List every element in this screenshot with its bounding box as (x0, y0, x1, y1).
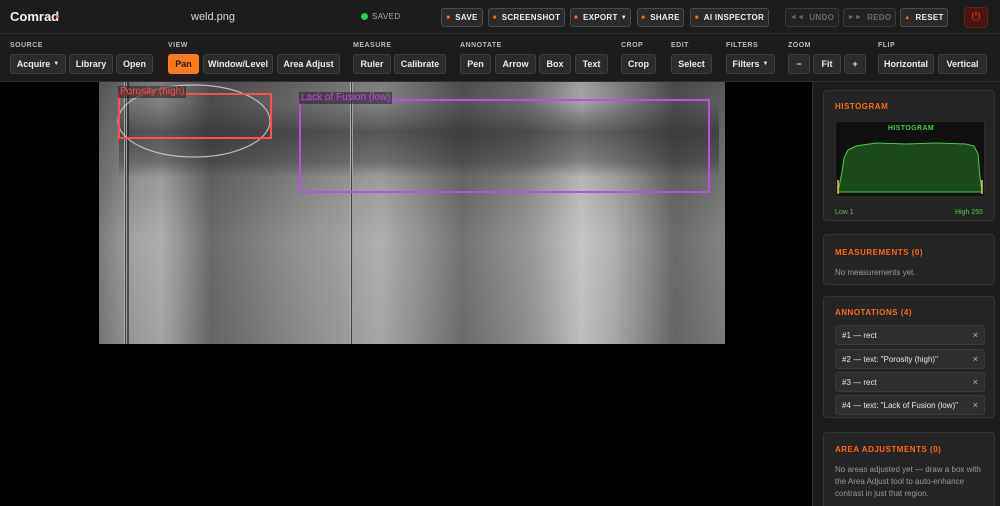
acquire-button[interactable]: Acquire ▼ (10, 54, 66, 74)
filters-button[interactable]: Filters ▼ (726, 54, 775, 74)
group-label-measure: MEASURE (353, 42, 392, 49)
ai-inspector-button[interactable]: ■ AI INSPECTOR (690, 8, 769, 27)
power-button[interactable]: ⏻ (964, 7, 988, 28)
save-icon: ■ (446, 14, 451, 21)
image-canvas[interactable]: Porosity (high) Lack of Fusion (low) (0, 82, 812, 506)
histogram-high: High 255 (954, 209, 983, 216)
zoom-out-button[interactable]: − (788, 54, 810, 74)
pen-button[interactable]: Pen (460, 54, 491, 74)
file-name: weld.png (191, 11, 236, 23)
right-sidebar: HISTOGRAM HISTOGRAM Low 1 High 255 MEASU… (812, 82, 1000, 506)
annotation-list-item[interactable]: #3 — rect × (835, 372, 985, 392)
redo-button[interactable]: ►► REDO (843, 8, 896, 27)
undo-icon: ◄◄ (789, 14, 805, 21)
reset-icon: ▲ (904, 14, 911, 21)
group-label-zoom: ZOOM (788, 42, 811, 49)
area-adjustments-text-line: contrast in just that region. (835, 489, 929, 498)
logo-dot (56, 15, 59, 18)
annotation-label-porosity[interactable]: Porosity (high) (118, 86, 187, 98)
group-label-view: VIEW (168, 42, 188, 49)
group-label-annotate: ANNOTATE (460, 42, 502, 49)
calibrate-button[interactable]: Calibrate (394, 54, 446, 74)
tool-bar: SOURCE Acquire ▼ Library Open VIEW Pan Wi… (0, 34, 1000, 82)
share-icon: ■ (641, 14, 646, 21)
power-icon: ⏻ (971, 11, 981, 23)
flip-horizontal-button[interactable]: Horizontal (878, 54, 934, 74)
select-button[interactable]: Select (671, 54, 712, 74)
histogram-curve (837, 142, 983, 194)
histogram-panel-title: HISTOGRAM (835, 102, 889, 111)
ai-icon: ■ (694, 14, 699, 21)
measurements-panel-title: MEASUREMENTS (0) (835, 248, 924, 257)
box-button[interactable]: Box (539, 54, 571, 74)
close-icon[interactable]: × (973, 354, 978, 364)
group-label-edit: EDIT (671, 42, 689, 49)
close-icon[interactable]: × (973, 400, 978, 410)
chevron-down-icon: ▼ (53, 61, 60, 67)
arrow-button[interactable]: Arrow (495, 54, 536, 74)
measurements-empty-text: No measurements yet. (835, 268, 916, 277)
ruler-button[interactable]: Ruler (353, 54, 391, 74)
annotations-panel: ANNOTATIONS (4) #1 — rect × #2 — text: "P… (823, 296, 995, 418)
group-label-crop: CROP (621, 42, 644, 49)
annotation-list-item[interactable]: #4 — text: "Lack of Fusion (low)" × (835, 395, 985, 415)
app-logo: Comrad (10, 9, 60, 24)
top-bar: Comrad weld.png SAVED ■ SAVE ■ SCREENSHOT … (0, 0, 1000, 34)
annotation-list-item[interactable]: #1 — rect × (835, 325, 985, 345)
save-status: SAVED (361, 12, 401, 21)
histogram-panel: HISTOGRAM HISTOGRAM Low 1 High 255 (823, 90, 995, 221)
export-icon: ■ (574, 14, 578, 21)
chevron-down-icon: ▼ (762, 61, 769, 67)
crop-button[interactable]: Crop (621, 54, 656, 74)
histogram-chart: HISTOGRAM (835, 121, 985, 197)
annotation-rect-porosity[interactable] (118, 93, 272, 139)
reset-button[interactable]: ▲ RESET (900, 8, 948, 27)
close-icon[interactable]: × (973, 330, 978, 340)
annotation-rect-lack-of-fusion[interactable] (299, 99, 710, 193)
save-status-text: SAVED (372, 12, 401, 21)
area-adjust-button[interactable]: Area Adjust (277, 54, 340, 74)
save-button[interactable]: ■ SAVE (441, 8, 483, 27)
area-adjustments-text-line: the Area Adjust tool to auto-enhance (835, 477, 964, 486)
measurements-panel: MEASUREMENTS (0) No measurements yet. (823, 234, 995, 285)
area-adjustments-panel: AREA ADJUSTMENTS (0) No areas adjusted y… (823, 432, 995, 506)
close-icon[interactable]: × (973, 377, 978, 387)
group-label-filters: FILTERS (726, 42, 759, 49)
library-button[interactable]: Library (69, 54, 113, 74)
undo-button[interactable]: ◄◄ UNDO (785, 8, 839, 27)
zoom-fit-button[interactable]: Fit (813, 54, 841, 74)
window-level-button[interactable]: Window/Level (203, 54, 273, 74)
annotations-panel-title: ANNOTATIONS (4) (835, 308, 912, 317)
chevron-down-icon: ▼ (620, 14, 627, 21)
saved-status-dot-icon (361, 13, 368, 20)
histogram-low: Low 1 (835, 209, 854, 216)
export-button[interactable]: ■ EXPORT ▼ (570, 8, 631, 27)
area-adjustments-panel-title: AREA ADJUSTMENTS (0) (835, 445, 942, 454)
group-label-flip: FLIP (878, 42, 896, 49)
flip-vertical-button[interactable]: Vertical (938, 54, 987, 74)
area-adjustments-text-line: No areas adjusted yet — draw a box with (835, 465, 981, 474)
share-button[interactable]: ■ SHARE (637, 8, 684, 27)
annotation-list-item[interactable]: #2 — text: "Porosity (high)" × (835, 349, 985, 369)
text-button[interactable]: Text (575, 54, 608, 74)
zoom-in-button[interactable]: + (844, 54, 866, 74)
group-label-source: SOURCE (10, 42, 43, 49)
xray-image[interactable]: Porosity (high) Lack of Fusion (low) (99, 82, 725, 344)
screenshot-icon: ■ (492, 14, 497, 21)
pan-button[interactable]: Pan (168, 54, 199, 74)
open-button[interactable]: Open (116, 54, 153, 74)
screenshot-button[interactable]: ■ SCREENSHOT (488, 8, 565, 27)
redo-icon: ►► (847, 14, 863, 21)
annotation-label-lack-of-fusion[interactable]: Lack of Fusion (low) (299, 92, 393, 104)
